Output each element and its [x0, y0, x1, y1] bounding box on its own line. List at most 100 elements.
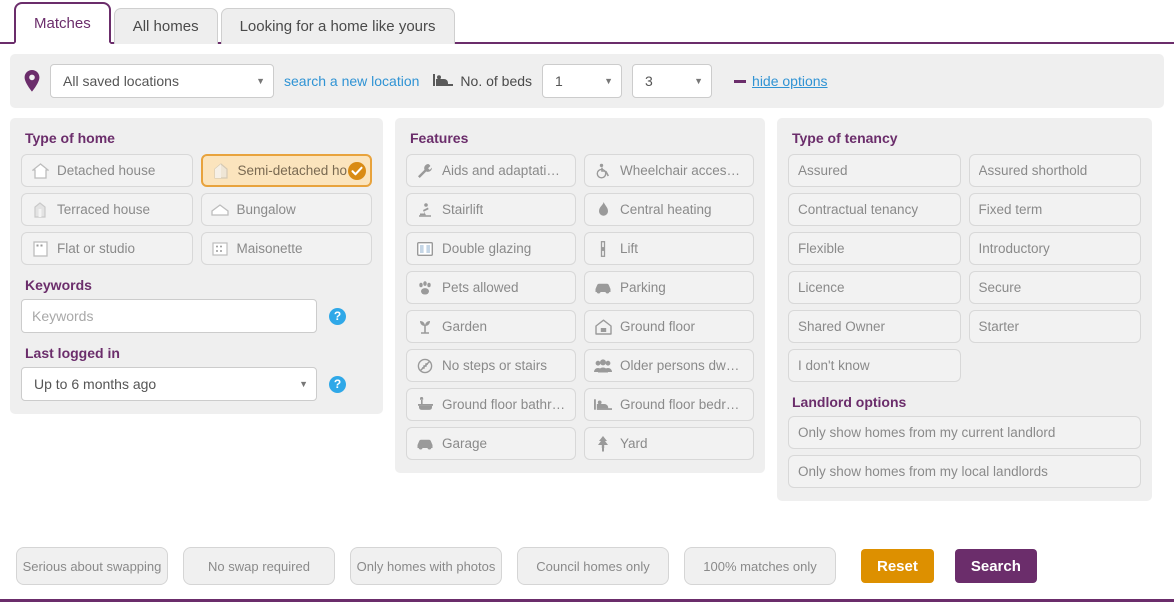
chip-council-homes-only[interactable]: Council homes only — [517, 547, 669, 585]
chip-wheelchair-accessible[interactable]: Wheelchair accessible — [584, 154, 754, 187]
chip-maisonette[interactable]: Maisonette — [201, 232, 373, 265]
panel-title: Type of tenancy — [792, 130, 1141, 146]
chip-label: Terraced house — [57, 202, 150, 217]
chip-label: Semi-detached house — [238, 163, 362, 178]
bathtub-icon — [416, 396, 434, 414]
chip-label: Garden — [442, 319, 487, 334]
wrench-icon — [416, 162, 434, 180]
chip-label: Pets allowed — [442, 280, 519, 295]
chip-secure[interactable]: Secure — [969, 271, 1142, 304]
people-icon — [594, 357, 612, 375]
tab-label: Looking for a home like yours — [240, 18, 436, 35]
chip-no-swap-required[interactable]: No swap required — [183, 547, 335, 585]
type-of-home-grid: Detached house Semi-detached house Te — [21, 154, 372, 265]
tab-label: Matches — [34, 15, 91, 32]
chip-label: Contractual tenancy — [798, 202, 918, 217]
minus-icon — [734, 80, 746, 83]
chip-garage[interactable]: Garage — [406, 427, 576, 460]
chip-serious-about-swapping[interactable]: Serious about swapping — [16, 547, 168, 585]
keywords-input[interactable] — [21, 299, 317, 333]
panel-title: Features — [410, 130, 754, 146]
chip-local-landlords-only[interactable]: Only show homes from my local landlords — [788, 455, 1141, 488]
chip-assured[interactable]: Assured — [788, 154, 961, 187]
chip-label: Only show homes from my local landlords — [798, 464, 1048, 479]
tab-matches[interactable]: Matches — [14, 2, 111, 44]
help-icon[interactable]: ? — [329, 376, 346, 393]
chip-label: Wheelchair accessible — [620, 163, 744, 178]
chip-label: Double glazing — [442, 241, 531, 256]
window-icon — [416, 240, 434, 258]
chip-double-glazing[interactable]: Double glazing — [406, 232, 576, 265]
flame-icon — [594, 201, 612, 219]
chip-licence[interactable]: Licence — [788, 271, 961, 304]
chip-label: Ground floor — [620, 319, 695, 334]
search-button[interactable]: Search — [955, 549, 1037, 583]
last-logged-in-value: Up to 6 months ago — [34, 376, 156, 392]
chip-label: Ground floor bedroom — [620, 397, 744, 412]
chip-assured-shorthold[interactable]: Assured shorthold — [969, 154, 1142, 187]
chip-flexible[interactable]: Flexible — [788, 232, 961, 265]
beds-min-select[interactable]: 1 ▼ — [542, 64, 622, 98]
chevron-down-icon: ▼ — [680, 77, 703, 86]
hide-options-toggle[interactable]: hide options — [734, 73, 828, 89]
map-pin-icon — [24, 70, 40, 92]
chip-bungalow[interactable]: Bungalow — [201, 193, 373, 226]
plant-icon — [416, 318, 434, 336]
chip-ground-floor-bedroom[interactable]: Ground floor bedroom — [584, 388, 754, 421]
chip-terraced-house[interactable]: Terraced house — [21, 193, 193, 226]
reset-button[interactable]: Reset — [861, 549, 934, 583]
no-steps-icon — [416, 357, 434, 375]
saved-locations-select[interactable]: All saved locations ▼ — [50, 64, 274, 98]
chip-introductory[interactable]: Introductory — [969, 232, 1142, 265]
chip-only-homes-with-photos[interactable]: Only homes with photos — [350, 547, 502, 585]
chip-older-persons-dwelling[interactable]: Older persons dwelling — [584, 349, 754, 382]
chip-100-percent-matches-only[interactable]: 100% matches only — [684, 547, 836, 585]
tree-icon — [594, 435, 612, 453]
lift-icon — [594, 240, 612, 258]
chip-aids-and-adaptations[interactable]: Aids and adaptations — [406, 154, 576, 187]
chip-current-landlord-only[interactable]: Only show homes from my current landlord — [788, 416, 1141, 449]
beds-label: No. of beds — [460, 73, 532, 89]
chip-stairlift[interactable]: Stairlift — [406, 193, 576, 226]
chip-label: Stairlift — [442, 202, 483, 217]
last-logged-in-select[interactable]: Up to 6 months ago ▼ — [21, 367, 317, 401]
chip-yard[interactable]: Yard — [584, 427, 754, 460]
chip-semi-detached-house[interactable]: Semi-detached house — [201, 154, 373, 187]
keywords-title: Keywords — [25, 277, 372, 293]
chip-no-steps-or-stairs[interactable]: No steps or stairs — [406, 349, 576, 382]
chip-starter[interactable]: Starter — [969, 310, 1142, 343]
tab-all-homes[interactable]: All homes — [114, 8, 218, 44]
type-of-tenancy-panel: Type of tenancy Assured Assured shorthol… — [777, 118, 1152, 501]
chip-label: Assured shorthold — [979, 163, 1088, 178]
tab-label: All homes — [133, 18, 199, 35]
chip-flat-or-studio[interactable]: Flat or studio — [21, 232, 193, 265]
chip-ground-floor[interactable]: Ground floor — [584, 310, 754, 343]
type-of-home-panel: Type of home Detached house Semi-detache… — [10, 118, 383, 414]
chip-parking[interactable]: Parking — [584, 271, 754, 304]
chevron-down-icon: ▼ — [242, 77, 265, 86]
beds-max-select[interactable]: 3 ▼ — [632, 64, 712, 98]
chip-label: No steps or stairs — [442, 358, 547, 373]
search-new-location-link[interactable]: search a new location — [284, 73, 419, 89]
keywords-row: ? — [21, 299, 372, 333]
chip-label: Only show homes from my current landlord — [798, 425, 1055, 440]
chip-ground-floor-bathroom[interactable]: Ground floor bathroom — [406, 388, 576, 421]
chip-i-dont-know[interactable]: I don't know — [788, 349, 961, 382]
detached-house-icon — [31, 162, 49, 180]
chip-contractual-tenancy[interactable]: Contractual tenancy — [788, 193, 961, 226]
chip-pets-allowed[interactable]: Pets allowed — [406, 271, 576, 304]
chip-central-heating[interactable]: Central heating — [584, 193, 754, 226]
chip-label: Lift — [620, 241, 638, 256]
chip-shared-owner[interactable]: Shared Owner — [788, 310, 961, 343]
help-icon[interactable]: ? — [329, 308, 346, 325]
search-bar: All saved locations ▼ search a new locat… — [10, 54, 1164, 108]
tab-looking-for-home-like-yours[interactable]: Looking for a home like yours — [221, 8, 455, 44]
chip-label: Garage — [442, 436, 487, 451]
chip-lift[interactable]: Lift — [584, 232, 754, 265]
bed-icon — [433, 73, 453, 90]
chip-detached-house[interactable]: Detached house — [21, 154, 193, 187]
chip-garden[interactable]: Garden — [406, 310, 576, 343]
hide-options-label: hide options — [752, 73, 828, 89]
landlord-options-title: Landlord options — [792, 394, 1141, 410]
chip-fixed-term[interactable]: Fixed term — [969, 193, 1142, 226]
